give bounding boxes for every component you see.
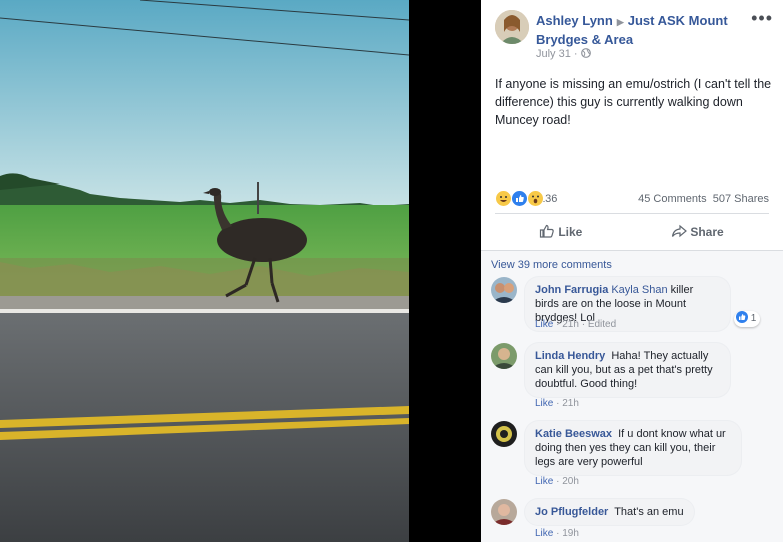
like-reaction-icon: [511, 190, 529, 207]
post-photo[interactable]: [0, 0, 409, 542]
comment-author[interactable]: Jo Pflugfelder: [535, 506, 608, 518]
comment-like-link[interactable]: Like: [535, 398, 553, 409]
divider: [495, 213, 769, 214]
reaction-icons[interactable]: [495, 190, 545, 207]
public-globe-icon: [580, 48, 591, 60]
comment-bubble: Linda Hendry Haha! They actually can kil…: [525, 343, 730, 397]
comment-author[interactable]: Linda Hendry: [535, 350, 605, 362]
comment-meta: Like · 20h: [535, 476, 579, 487]
comment-item: Katie Beeswax If u dont know what ur doi…: [491, 421, 781, 487]
comment-bubble: Katie Beeswax If u dont know what ur doi…: [525, 421, 741, 475]
comment-time[interactable]: 21h: [562, 319, 579, 330]
post-text: If anyone is missing an emu/ostrich (I c…: [495, 77, 772, 127]
like-button[interactable]: Like: [539, 224, 582, 239]
post-actions: Like Share: [495, 218, 769, 246]
like-reaction-icon: [736, 311, 748, 324]
commenter-avatar[interactable]: [491, 499, 517, 525]
view-more-comments-link[interactable]: View 39 more comments: [491, 259, 612, 271]
post-meta: July 31 ·: [536, 48, 591, 60]
wow-reaction-icon: [527, 190, 545, 207]
comments-section: View 39 more comments John Farrugia Kayla…: [481, 251, 783, 542]
commenter-avatar[interactable]: [491, 277, 517, 303]
comment-like-link[interactable]: Like: [535, 476, 553, 487]
share-button[interactable]: Share: [671, 224, 724, 239]
comment-meta: Like · 21h · Edited: [535, 319, 617, 330]
commenter-avatar[interactable]: [491, 343, 517, 369]
like-outline-icon: [539, 224, 555, 239]
comments-count[interactable]: 45 Comments: [638, 193, 706, 205]
comment-author[interactable]: Katie Beeswax: [535, 428, 612, 440]
arrow-right-icon: ▶: [616, 17, 624, 27]
comment-time[interactable]: 20h: [562, 476, 579, 487]
comment-text: That's an emu: [614, 506, 684, 518]
post-panel: Ashley Lynn ▶ Just ASK Mount Brydges & Are…: [481, 0, 783, 542]
author-avatar[interactable]: [495, 10, 529, 44]
post-stats: 136 45 Comments 507 Shares: [495, 190, 769, 208]
comment-like-link[interactable]: Like: [535, 528, 553, 539]
author-name[interactable]: Ashley Lynn: [536, 13, 613, 28]
comment-item: Jo Pflugfelder That's an emu Like · 19h: [491, 499, 781, 541]
tagged-user[interactable]: Kayla Shan: [611, 284, 667, 296]
comment-bubble: Jo Pflugfelder That's an emu: [525, 499, 694, 525]
edited-label[interactable]: Edited: [588, 319, 616, 330]
comment-like-link[interactable]: Like: [535, 319, 553, 330]
comment-item: Linda Hendry Haha! They actually can kil…: [491, 343, 781, 409]
commenter-avatar[interactable]: [491, 421, 517, 447]
comment-time[interactable]: 21h: [562, 398, 579, 409]
emu-road-photo: [0, 0, 409, 542]
comment-meta: Like · 21h: [535, 398, 579, 409]
comment-meta: Like · 19h: [535, 528, 579, 539]
share-label: Share: [690, 225, 724, 239]
haha-reaction-icon: [495, 190, 512, 207]
comment-reactions-badge[interactable]: 1: [734, 311, 761, 327]
post-date[interactable]: July 31: [536, 48, 571, 60]
more-options-icon[interactable]: •••: [751, 8, 773, 29]
post-names: Ashley Lynn ▶ Just ASK Mount Brydges & Are…: [536, 12, 736, 49]
comment-author[interactable]: John Farrugia: [535, 284, 608, 296]
comment-item: John Farrugia Kayla Shan killer birds are…: [491, 277, 781, 337]
post-counts: 45 Comments 507 Shares: [638, 193, 769, 205]
shares-count[interactable]: 507 Shares: [713, 193, 769, 205]
like-label: Like: [558, 225, 583, 239]
reaction-count: 1: [750, 313, 757, 324]
share-arrow-icon: [671, 224, 687, 239]
comment-time[interactable]: 19h: [562, 528, 579, 539]
